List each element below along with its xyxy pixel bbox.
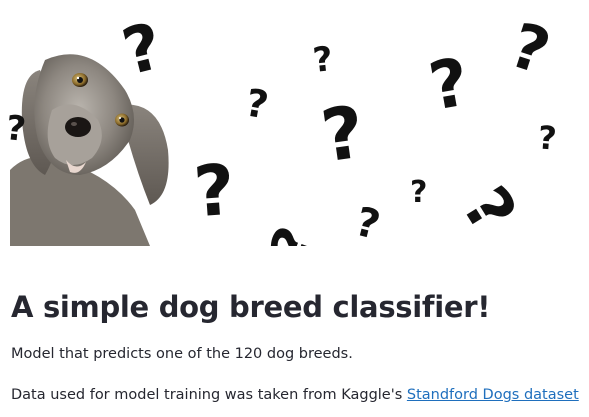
page-title: A simple dog breed classifier! bbox=[11, 290, 491, 324]
question-mark-icon: ? bbox=[536, 118, 558, 158]
question-mark-icon: ? bbox=[310, 39, 335, 81]
dataset-link[interactable]: Standford Dogs dataset bbox=[407, 387, 579, 403]
question-mark-icon: ? bbox=[410, 175, 428, 210]
banner-image: ? ? ? ? ? ? ? ? ? ? ? ? ? bbox=[0, 0, 589, 246]
question-mark-icon: ? bbox=[191, 148, 238, 234]
model-description: Model that predicts one of the 120 dog b… bbox=[11, 346, 353, 362]
data-source-prefix: Data used for model training was taken f… bbox=[11, 387, 407, 403]
question-mark-icon: ? bbox=[3, 108, 28, 150]
data-source-text: Data used for model training was taken f… bbox=[11, 387, 579, 403]
